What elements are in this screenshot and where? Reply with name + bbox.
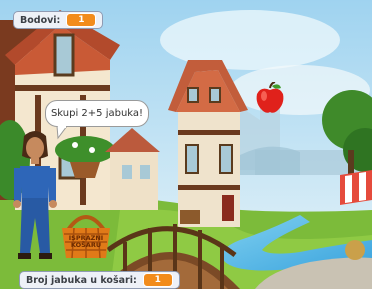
empty-basket-button[interactable]: ISPRAZNI KOŠARU [66,235,106,249]
score-label: Bodovi: [20,14,61,26]
basket-count-monitor: Broj jabuka u košari: 1 [19,271,180,289]
apple-icon[interactable] [255,82,285,114]
speech-bubble-text: Skupi 2+5 jabuka! [50,108,144,119]
basket-count-value: 1 [142,273,173,287]
speech-bubble-tail [56,126,68,140]
score-value: 1 [66,13,97,27]
speech-bubble: Skupi 2+5 jabuka! [45,100,149,127]
girl-character-icon[interactable] [10,128,60,273]
game-stage[interactable]: ISPRAZNI KOŠARU Skupi 2+5 jabuka! Bodovi:… [0,0,372,289]
score-monitor: Bodovi: 1 [13,11,104,29]
basket-count-label: Broj jabuka u košari: [26,274,137,286]
